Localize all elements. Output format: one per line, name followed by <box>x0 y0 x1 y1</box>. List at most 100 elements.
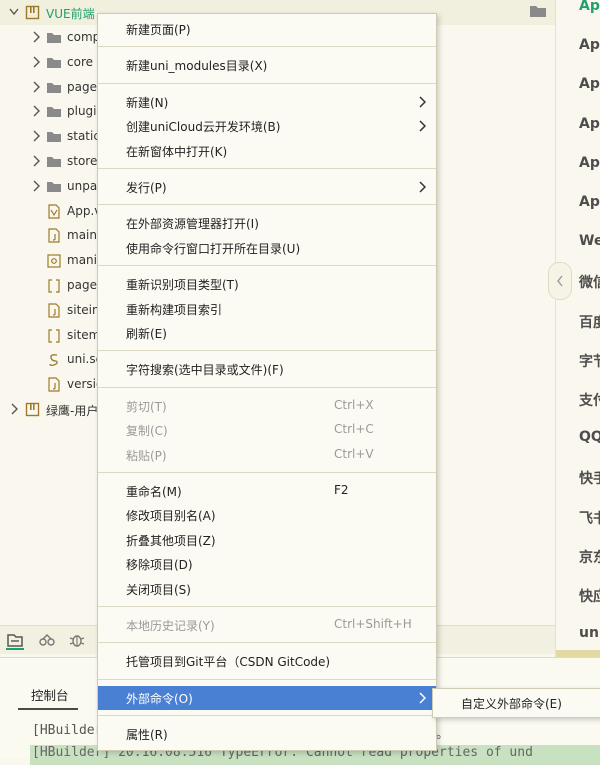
menu-item-label: 外部命令(O) <box>126 691 193 706</box>
chevron-down-icon[interactable] <box>8 5 20 19</box>
menu-separator <box>98 168 436 169</box>
menu-item[interactable]: 刷新(E) <box>98 321 436 345</box>
menu-item-label: 重新识别项目类型(T) <box>126 278 239 293</box>
menu-item[interactable]: 剪切(T) Ctrl+X <box>98 394 436 418</box>
menu-separator <box>98 46 436 48</box>
chevron-right-icon[interactable] <box>30 104 42 118</box>
menu-item[interactable]: 创建uniCloud云开发环境(B) <box>98 114 436 138</box>
platform-item[interactable]: Ap <box>579 0 600 14</box>
platform-item[interactable]: 快手 <box>579 468 600 488</box>
chevron-right-icon[interactable] <box>30 55 42 69</box>
chevron-right-icon[interactable] <box>30 154 42 168</box>
folder-icon <box>47 132 61 143</box>
platform-item[interactable]: uni <box>579 625 600 641</box>
menu-item-label: 字符搜索(选中目录或文件)(F) <box>126 363 284 378</box>
tree-second-root-label: 绿鹰-用户 <box>46 404 99 418</box>
menu-item-label: 重命名(M) <box>126 485 182 499</box>
chevron-right-icon[interactable] <box>8 402 20 416</box>
menu-item-label: 新建uni_modules目录(X) <box>126 59 268 74</box>
console-line-1: [HBuilder <box>32 723 103 738</box>
folder-icon[interactable] <box>529 4 547 18</box>
menu-item[interactable]: 托管项目到Git平台（CSDN GitCode) <box>98 649 436 673</box>
menu-item-label: 在外部资源管理器打开(I) <box>126 217 259 232</box>
menu-item[interactable]: 重新构建项目索引 <box>98 297 436 321</box>
menu-item[interactable]: 发行(P) <box>98 175 436 199</box>
menu-item[interactable]: 粘贴(P) Ctrl+V <box>98 443 436 467</box>
platform-item[interactable]: Ap <box>579 76 600 92</box>
menu-item-label: 刷新(E) <box>126 327 167 341</box>
menu-item-label: 本地历史记录(Y) <box>126 619 215 633</box>
collapse-panel-button[interactable] <box>548 262 572 300</box>
tree-item-label: sitem <box>67 327 101 342</box>
platform-item[interactable]: 京东 <box>579 547 600 567</box>
menu-item-label: 移除项目(D) <box>126 558 193 573</box>
chevron-right-icon[interactable] <box>30 30 42 44</box>
tree-item-label: page <box>67 278 97 292</box>
platform-item[interactable]: Ap <box>579 194 600 210</box>
tree-root-label: VUE前端 <box>46 7 95 21</box>
folder-icon <box>47 82 61 93</box>
menu-item-label: 新建页面(P) <box>126 23 191 37</box>
menu-item-label: 属性(R) <box>126 728 168 743</box>
platform-item[interactable]: Ap <box>579 116 600 132</box>
submenu-item-custom-command[interactable]: 自定义外部命令(E) <box>461 695 562 712</box>
menu-item[interactable]: 属性(R) <box>98 722 436 746</box>
js-file-icon <box>48 303 60 318</box>
menu-separator <box>98 386 436 388</box>
menu-item[interactable]: 新建页面(P) <box>98 17 436 41</box>
chevron-right-icon[interactable] <box>30 80 42 94</box>
menu-item[interactable]: 外部命令(O) <box>98 685 436 710</box>
json-file-icon <box>47 254 61 268</box>
menu-item[interactable]: 重新识别项目类型(T) <box>98 272 436 296</box>
platform-item[interactable]: We <box>579 233 600 249</box>
menu-item[interactable]: 复制(C) Ctrl+C <box>98 418 436 442</box>
menu-item[interactable]: 本地历史记录(Y) Ctrl+Shift+H <box>98 613 436 637</box>
tab-console[interactable]: 控制台 <box>18 682 78 710</box>
menu-separator <box>98 350 436 352</box>
menu-item-label: 折叠其他项目(Z) <box>126 533 216 548</box>
platform-item[interactable]: Ap <box>579 155 600 171</box>
project-icon <box>25 5 40 20</box>
tree-item-label: sitein <box>67 302 100 317</box>
platform-panel: Ap Ap Ap Ap Ap Ap We 微信百度字节支付 QQ 快手飞书京东快应 uni <box>555 0 600 657</box>
chevron-right-icon[interactable] <box>30 179 42 193</box>
menu-item-shortcut: Ctrl+Shift+H <box>334 617 412 631</box>
menu-separator <box>98 715 436 717</box>
menu-item-label: 托管项目到Git平台（CSDN GitCode) <box>126 655 331 670</box>
platform-item[interactable]: 支付 <box>579 390 600 410</box>
platform-item[interactable]: QQ <box>579 429 600 445</box>
platform-item[interactable]: 微信 <box>579 272 600 292</box>
tree-item-label: page <box>67 79 97 94</box>
menu-separator <box>98 606 436 607</box>
js-file-icon <box>48 377 60 392</box>
menu-item[interactable]: 关闭项目(S) <box>98 577 436 601</box>
menu-item[interactable]: 新建(N) <box>98 90 436 114</box>
menu-item[interactable]: 重命名(M) F2 <box>98 479 436 503</box>
menu-item[interactable]: 修改项目别名(A) <box>98 503 436 527</box>
folder-icon <box>47 157 61 167</box>
menu-item[interactable]: 折叠其他项目(Z) <box>98 528 436 552</box>
debug-bug-icon[interactable] <box>68 632 86 648</box>
platform-item[interactable]: 飞书 <box>579 508 600 528</box>
chevron-right-icon[interactable] <box>30 129 42 143</box>
menu-separator <box>98 82 436 84</box>
menu-item[interactable]: 新建uni_modules目录(X) <box>98 53 436 77</box>
menu-item[interactable]: 在新窗体中打开(K) <box>98 139 436 163</box>
menu-item[interactable]: 字符搜索(选中目录或文件)(F) <box>98 357 436 381</box>
menu-separator <box>98 678 436 680</box>
project-manager-icon[interactable] <box>6 632 24 650</box>
menu-item-label: 使用命令行窗口打开所在目录(U) <box>126 241 301 256</box>
platform-item[interactable]: 字节 <box>579 351 600 371</box>
menu-item[interactable]: 在外部资源管理器打开(I) <box>98 211 436 235</box>
tree-item-label: comp <box>67 30 101 44</box>
menu-item[interactable]: 移除项目(D) <box>98 552 436 576</box>
submenu-arrow-icon <box>419 96 426 108</box>
console-tab-label: 控制台 <box>31 688 69 703</box>
context-menu: 新建页面(P) 新建uni_modules目录(X) 新建(N) 创建uniCloud… <box>97 13 437 751</box>
menu-item-label: 创建uniCloud云开发环境(B) <box>126 120 281 135</box>
platform-item[interactable]: 快应 <box>579 586 600 606</box>
platform-item[interactable]: Ap <box>579 37 600 53</box>
platform-item[interactable]: 百度 <box>579 312 600 332</box>
plugin-icon[interactable] <box>38 632 56 648</box>
menu-item[interactable]: 使用命令行窗口打开所在目录(U) <box>98 236 436 260</box>
